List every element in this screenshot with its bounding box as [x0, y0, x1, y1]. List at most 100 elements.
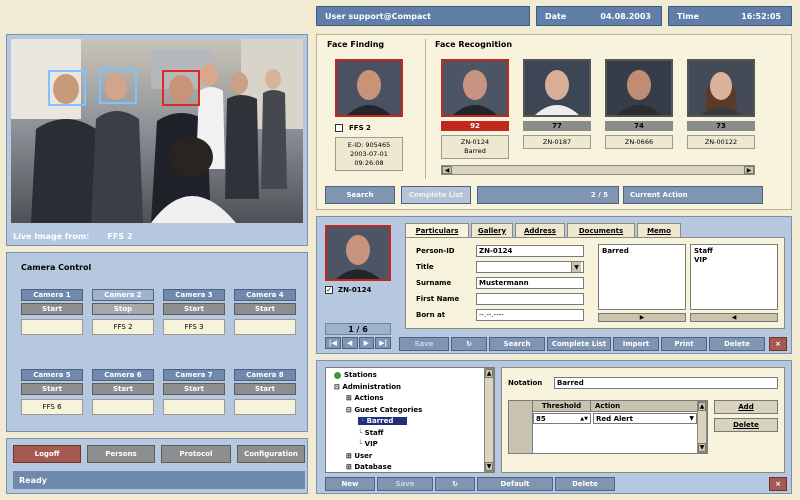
tree-item[interactable]: └ VIP — [358, 440, 378, 448]
camera-start-button-4[interactable]: Start — [234, 303, 296, 315]
next-page-icon[interactable]: ▶ — [358, 337, 375, 349]
tree-item[interactable]: └ Barred — [358, 417, 408, 425]
persons-button[interactable]: Persons — [87, 445, 155, 463]
candidates-scrollbar[interactable]: ◀ ▶ — [441, 165, 755, 175]
delete-row-button[interactable]: Delete — [714, 418, 778, 432]
tab-particulars[interactable]: Particulars — [405, 223, 469, 237]
list-item[interactable]: Barred — [599, 245, 685, 257]
tree-item[interactable]: ⊟ Administration — [334, 383, 401, 391]
tab-memo[interactable]: Memo — [637, 223, 681, 237]
tree-item[interactable]: ⊞ User — [346, 452, 372, 460]
refresh-icon[interactable]: ↻ — [435, 477, 475, 491]
person-delete-button[interactable]: Delete — [709, 337, 765, 351]
admin-save-button[interactable]: Save — [377, 477, 433, 491]
tree-item[interactable]: ⊞ Database — [346, 463, 392, 471]
complete-list-button[interactable]: Complete List — [401, 186, 471, 204]
default-button[interactable]: Default — [477, 477, 553, 491]
ffs-checkbox-row[interactable]: FFS 2 — [335, 124, 371, 132]
category-list-left[interactable]: Barred — [598, 244, 686, 310]
scroll-left-icon[interactable]: ◀ — [442, 166, 452, 174]
move-right-icon[interactable]: ▶ — [598, 313, 686, 322]
camera-start-button-6[interactable]: Start — [92, 383, 154, 395]
logoff-button[interactable]: Logoff — [13, 445, 81, 463]
camera-start-button-3[interactable]: Start — [163, 303, 225, 315]
tree-item[interactable]: ⊞ Actions — [346, 394, 384, 402]
camera-start-button-7[interactable]: Start — [163, 383, 225, 395]
candidate-photo-4[interactable] — [687, 59, 755, 117]
first-name-field[interactable] — [476, 293, 584, 305]
tree-item[interactable]: Stations — [334, 371, 377, 379]
tree-item[interactable]: └ Staff — [358, 429, 383, 437]
scroll-up-icon[interactable]: ▲ — [698, 402, 706, 411]
camera-button-6[interactable]: Camera 6 — [92, 369, 154, 381]
camera-button-5[interactable]: Camera 5 — [21, 369, 83, 381]
table-scrollbar[interactable]: ▲ ▼ — [697, 401, 707, 453]
list-item[interactable]: VIP — [691, 255, 777, 265]
protocol-button[interactable]: Protocol — [161, 445, 231, 463]
tab-gallery[interactable]: Gallery — [471, 223, 513, 237]
admin-close-icon[interactable]: × — [769, 477, 787, 491]
prev-page-icon[interactable]: ◀ — [341, 337, 358, 349]
spin-icon[interactable]: ▲▼ — [580, 416, 588, 422]
camera-start-button-1[interactable]: Start — [21, 303, 83, 315]
person-close-icon[interactable]: × — [769, 337, 787, 351]
camera-stop-button-2[interactable]: Stop — [92, 303, 154, 315]
last-page-icon[interactable]: ▶| — [375, 337, 391, 349]
camera-button-4[interactable]: Camera 4 — [234, 289, 296, 301]
born-field[interactable]: --.--.---- — [476, 309, 584, 321]
person-photo[interactable] — [325, 225, 391, 281]
tree-scrollbar[interactable]: ▲ ▼ — [484, 368, 494, 472]
threshold-table[interactable]: Threshold Action 85 ▲▼ Red Alert ▼ ▲ ▼ — [508, 400, 708, 454]
title-select[interactable]: ▼ — [476, 261, 584, 273]
admin-tree[interactable]: Stations ⊟ Administration ⊞ Actions ⊟ Guest… — [325, 367, 495, 473]
threshold-cell[interactable]: 85 ▲▼ — [533, 413, 591, 424]
candidate-info-1[interactable]: ZN-0124 Barred — [441, 135, 509, 159]
detected-face-photo[interactable] — [335, 59, 403, 117]
print-button[interactable]: Print — [661, 337, 707, 351]
configuration-button[interactable]: Configuration — [237, 445, 305, 463]
current-action-button[interactable]: Current Action — [623, 186, 763, 204]
refresh-icon[interactable]: ↻ — [451, 337, 487, 351]
candidate-photo-2[interactable] — [523, 59, 591, 117]
tab-documents[interactable]: Documents — [567, 223, 635, 237]
camera-button-8[interactable]: Camera 8 — [234, 369, 296, 381]
surname-field[interactable]: Mustermann — [476, 277, 584, 289]
import-button[interactable]: Import — [613, 337, 659, 351]
camera-start-button-8[interactable]: Start — [234, 383, 296, 395]
notation-field[interactable]: Barred — [554, 377, 778, 389]
tab-address[interactable]: Address — [515, 223, 565, 237]
candidate-info-4[interactable]: ZN-00122 — [687, 135, 755, 149]
ffs-checkbox[interactable] — [335, 124, 343, 132]
first-page-icon[interactable]: |◀ — [325, 337, 341, 349]
action-cell[interactable]: Red Alert ▼ — [593, 413, 697, 424]
person-save-button[interactable]: Save — [399, 337, 449, 351]
camera-button-7[interactable]: Camera 7 — [163, 369, 225, 381]
camera-button-2[interactable]: Camera 2 — [92, 289, 154, 301]
live-video-feed[interactable] — [11, 39, 303, 223]
scroll-up-icon[interactable]: ▲ — [485, 369, 493, 378]
admin-delete-button[interactable]: Delete — [555, 477, 615, 491]
person-complete-list-button[interactable]: Complete List — [547, 337, 611, 351]
chevron-down-icon[interactable]: ▼ — [689, 415, 694, 422]
add-row-button[interactable]: Add — [714, 400, 778, 414]
search-button[interactable]: Search — [325, 186, 395, 204]
candidate-info-3[interactable]: ZN-0666 — [605, 135, 673, 149]
candidate-photo-3[interactable] — [605, 59, 673, 117]
move-left-icon[interactable]: ◀ — [690, 313, 778, 322]
person-checkbox[interactable]: ✓ — [325, 286, 333, 294]
scroll-right-icon[interactable]: ▶ — [744, 166, 754, 174]
person-search-button[interactable]: Search — [489, 337, 545, 351]
chevron-down-icon[interactable]: ▼ — [571, 262, 581, 272]
category-list-right[interactable]: Staff VIP — [690, 244, 778, 310]
scroll-down-icon[interactable]: ▼ — [485, 462, 493, 471]
camera-start-button-5[interactable]: Start — [21, 383, 83, 395]
new-button[interactable]: New — [325, 477, 375, 491]
person-checkbox-row[interactable]: ✓ ZN-0124 — [325, 286, 371, 294]
candidate-photo-1[interactable] — [441, 59, 509, 117]
tree-item[interactable]: ⊟ Guest Categories — [346, 406, 422, 414]
candidate-info-2[interactable]: ZN-0187 — [523, 135, 591, 149]
camera-button-1[interactable]: Camera 1 — [21, 289, 83, 301]
person-id-field[interactable]: ZN-0124 — [476, 245, 584, 257]
camera-button-3[interactable]: Camera 3 — [163, 289, 225, 301]
list-item[interactable]: Staff — [691, 245, 777, 255]
